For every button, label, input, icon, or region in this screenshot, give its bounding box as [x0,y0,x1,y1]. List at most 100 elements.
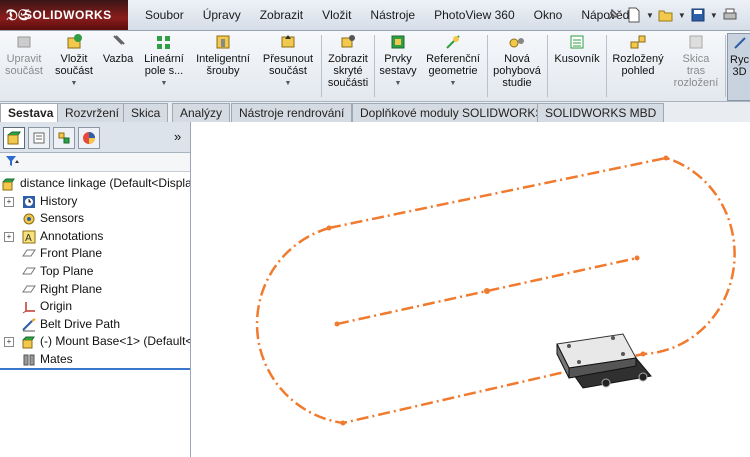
save-dropdown-icon[interactable]: ▼ [710,11,718,20]
new-dropdown-icon[interactable]: ▼ [646,11,654,20]
motion-study-icon [508,33,526,51]
tree-item-label: (-) Mount Base<1> (Default< [40,334,190,349]
tab-sketch[interactable]: Skica [123,103,169,122]
instant3d-icon [731,34,749,52]
feature-manager-panel: » distance linkage (Default<Displa + His… [0,122,191,457]
graphics-area[interactable] [191,122,750,457]
move-component-label: Přesunout součást [262,53,314,77]
menu-insert[interactable]: Vložit [317,8,356,22]
panel-expand-icon[interactable]: » [174,129,181,144]
instant3d-button[interactable]: Ryc 3D [727,33,750,101]
new-document-icon[interactable] [625,5,643,25]
tree-item-top-plane[interactable]: Top Plane [0,263,190,281]
edit-component-button[interactable]: Upravit součást [2,33,46,99]
sensors-icon [22,212,36,226]
menu-window[interactable]: Okno [529,8,568,22]
insert-component-button[interactable]: Vložit součást ▼ [50,33,98,99]
print-icon[interactable] [721,5,739,25]
configuration-manager-tab-icon[interactable] [53,127,75,149]
sketch-point[interactable] [334,321,340,327]
history-icon [22,195,36,209]
tree-item-origin[interactable]: Origin [0,298,190,316]
tab-render-tools[interactable]: Nástroje rendrování [231,103,353,122]
expand-icon[interactable]: + [4,231,14,242]
sketch-point[interactable] [484,288,490,294]
ribbon-separator [321,35,322,97]
exploded-view-button[interactable]: Rozložený pohled [608,33,668,99]
menu-tools[interactable]: Nástroje [365,8,420,22]
tree-item-root-assembly[interactable]: distance linkage (Default<Displa [0,175,190,193]
tree-item-front-plane[interactable]: Front Plane [0,245,190,263]
tree-item-label: Mates [40,351,73,366]
panel-divider [0,368,190,370]
reference-geometry-button[interactable]: Referenční geometrie ▼ [422,33,484,99]
bom-icon [568,33,586,51]
move-component-dropdown-icon[interactable]: ▼ [285,78,292,90]
reference-geometry-label: Referenční geometrie [426,53,480,77]
linear-pattern-dropdown-icon[interactable]: ▼ [161,78,168,90]
tree-item-label: Sensors [40,211,85,226]
tree-item-sensors[interactable]: Sensors [0,210,190,228]
save-icon[interactable] [689,5,707,25]
insert-component-dropdown-icon[interactable]: ▼ [71,78,78,90]
menu-file[interactable]: Soubor [140,8,189,22]
insert-component-label: Vložit součást [55,53,93,77]
sketch-point[interactable] [340,420,346,426]
explode-line-sketch-label: Skica tras rozložení [673,53,719,89]
new-motion-study-button[interactable]: Nová pohybová studie [489,33,545,99]
sketch-point[interactable] [634,255,640,261]
property-manager-tab-icon[interactable] [28,127,50,149]
sketch-point[interactable] [326,225,332,231]
menu-edit[interactable]: Úpravy [198,8,246,22]
feature-manager-tab-icon[interactable] [3,127,25,149]
filter-icon[interactable] [5,154,21,171]
appearance-manager-tab-icon[interactable] [78,127,100,149]
belt-drive-path-sketch[interactable] [255,156,736,425]
sketch-point[interactable] [640,351,646,357]
menu-view[interactable]: Zobrazit [255,8,308,22]
smart-fasteners-icon [214,33,232,51]
smart-fasteners-label: Inteligentní šrouby [196,53,250,77]
ribbon-separator [606,35,607,97]
tab-addins[interactable]: Doplňkové moduly SOLIDWORKS [352,103,552,122]
tab-layout[interactable]: Rozvržení [57,103,128,122]
tree-item-label: Right Plane [40,281,103,296]
explode-line-sketch-button[interactable]: Skica tras rozložení [668,33,724,99]
tree-item-mount-base[interactable]: + (-) Mount Base<1> (Default< [0,333,190,351]
pin-icon[interactable] [604,5,622,25]
open-dropdown-icon[interactable]: ▼ [678,11,686,20]
command-manager: Upravit součást Vložit součást ▼ Vazba L… [0,31,750,102]
instant3d-label: Ryc 3D [730,54,749,78]
assembly-features-dropdown-icon[interactable]: ▼ [395,78,402,90]
tree-item-label: Top Plane [40,263,94,278]
bom-button[interactable]: Kusovník [551,33,603,99]
tab-evaluate[interactable]: Analýzy [172,103,231,122]
mate-button[interactable]: Vazba [100,33,136,99]
linear-pattern-label: Lineární pole s... [144,53,184,77]
expand-icon[interactable]: + [4,196,14,207]
tree-item-right-plane[interactable]: Right Plane [0,281,190,299]
tree-item-belt-drive-path[interactable]: Belt Drive Path [0,316,190,334]
tab-assembly[interactable]: Sestava [0,103,62,122]
tab-mbd[interactable]: SOLIDWORKS MBD [537,103,665,122]
expand-icon[interactable]: + [4,337,14,348]
exploded-view-label: Rozložený pohled [612,53,664,77]
tree-item-mates[interactable]: Mates [0,351,190,369]
sketch-point[interactable] [663,155,669,161]
solidworks-logo[interactable]: 𝔇𝔖 SOLIDWORKS [0,0,128,30]
smart-fasteners-button[interactable]: Inteligentní šrouby [192,33,254,99]
reference-geometry-dropdown-icon[interactable]: ▼ [450,78,457,90]
show-hidden-components-button[interactable]: Zobrazit skryté součásti [323,33,373,99]
mount-base-part[interactable] [556,333,652,389]
linear-pattern-icon [155,33,173,51]
assembly-features-button[interactable]: Prvky sestavy ▼ [376,33,420,99]
motion-study-label: Nová pohybová studie [493,53,541,89]
tree-item-annotations[interactable]: + A Annotations [0,228,190,246]
open-folder-icon[interactable] [657,5,675,25]
logo-text: SOLIDWORKS [24,8,112,22]
linear-pattern-button[interactable]: Lineární pole s... ▼ [140,33,188,99]
menu-photoview[interactable]: PhotoView 360 [429,8,520,22]
command-tabs: Sestava Rozvržení Skica Analýzy Nástroje… [0,102,750,123]
tree-item-history[interactable]: + History [0,193,190,211]
move-component-button[interactable]: Přesunout součást ▼ [258,33,318,99]
